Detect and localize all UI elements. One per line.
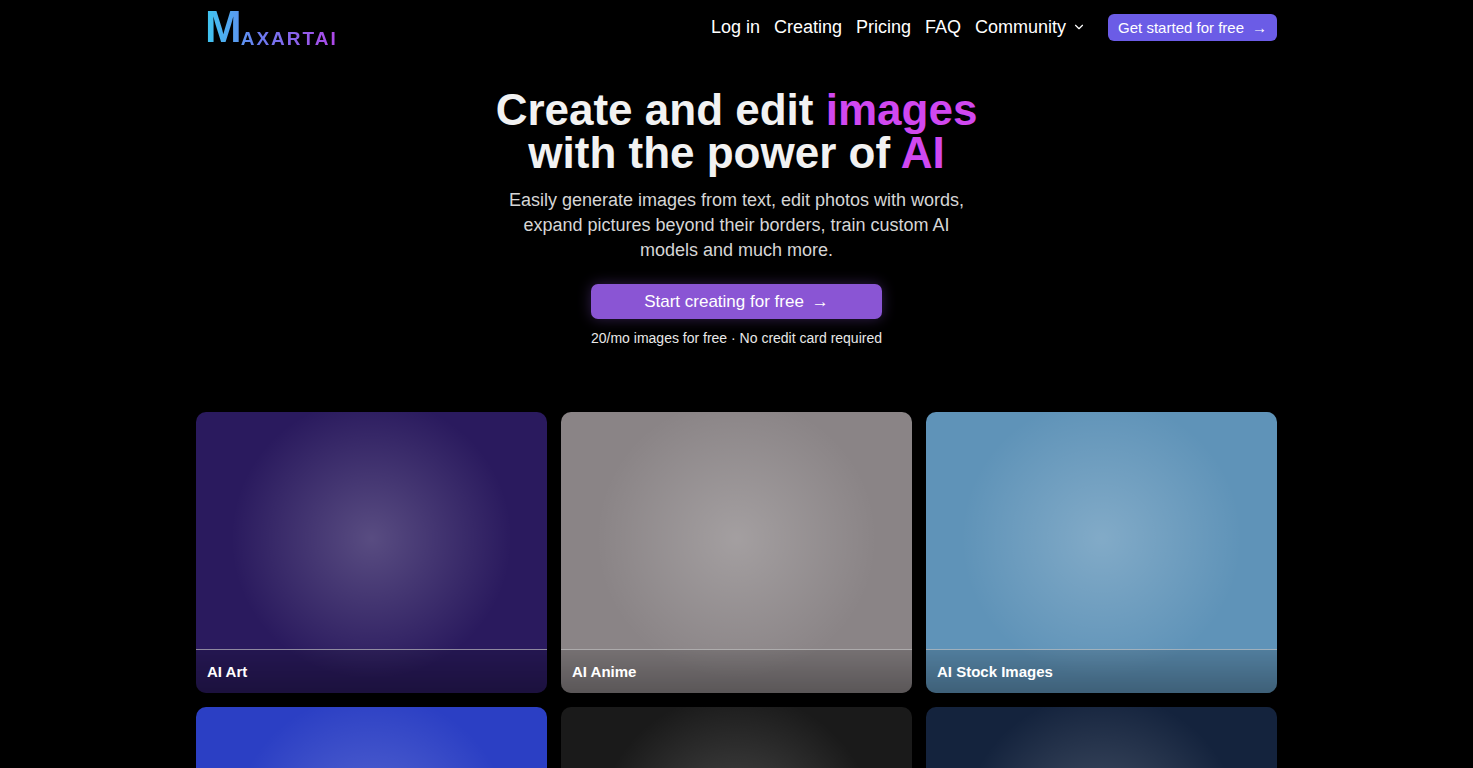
card-label: AI Art [196,649,547,693]
nav-link[interactable]: FAQ [925,17,961,38]
hero: Create and edit imageswith the power of … [196,48,1277,346]
gallery-card[interactable]: AI Anime [561,412,912,693]
nav-link[interactable]: Pricing [856,17,911,38]
get-started-button[interactable]: Get started for free→ [1108,14,1277,41]
hero-title: Create and edit imageswith the power of … [496,88,978,174]
hero-subtitle: Easily generate images from text, edit p… [507,188,967,263]
card-label: AI Stock Images [926,649,1277,693]
page: MAXARTAI Log in Creating Pricing FAQ Communit… [196,0,1277,768]
nav: Log in Creating Pricing FAQ Community Get sta… [711,14,1277,41]
gallery-card[interactable] [196,707,547,768]
gallery-grid: AI Art AI Anime AI Stock Images [196,412,1277,768]
community-dropdown[interactable]: Community [975,17,1086,38]
nav-link[interactable]: Log in [711,17,760,38]
gallery-card[interactable]: AI Art [196,412,547,693]
chevron-down-icon [1072,20,1086,34]
gallery-card[interactable] [926,707,1277,768]
hero-note: 20/mo images for free · No credit card r… [591,330,882,346]
arrow-icon: → [812,292,829,312]
gallery-card[interactable] [561,707,912,768]
start-creating-button[interactable]: Start creating for free→ [591,284,882,319]
arrow-icon: → [1252,19,1267,36]
card-label: AI Anime [561,649,912,693]
header: MAXARTAI Log in Creating Pricing FAQ Communit… [196,0,1277,48]
nav-link[interactable]: Creating [774,17,842,38]
gallery-card[interactable]: AI Stock Images [926,412,1277,693]
logo[interactable]: MAXARTAI [205,5,338,49]
